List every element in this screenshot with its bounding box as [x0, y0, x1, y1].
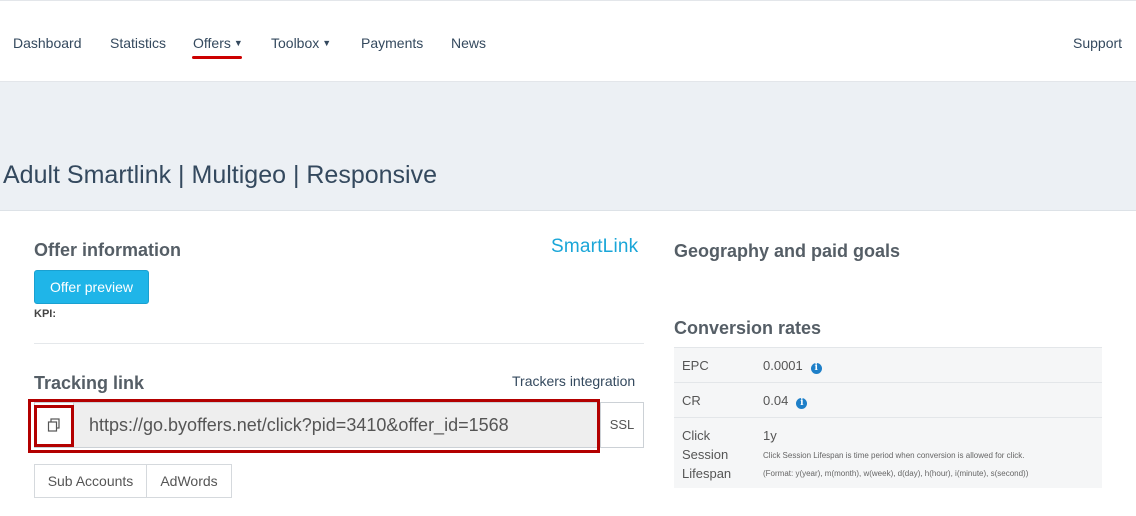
info-icon[interactable]: i	[796, 398, 808, 409]
kpi-label: KPI:	[34, 308, 56, 320]
click-session-lifespan-label: Click Session Lifespan	[682, 426, 731, 483]
active-nav-indicator	[192, 56, 242, 59]
geography-heading: Geography and paid goals	[674, 241, 901, 261]
cr-label: CR	[682, 393, 701, 408]
conversion-rates-heading: Conversion rates	[674, 318, 822, 338]
tracking-url-field[interactable]: https://go.byoffers.net/click?pid=3410&o…	[74, 402, 600, 448]
nav-offers[interactable]: Offers ▼	[193, 35, 243, 51]
lifespan-format-description: (Format: y(year), m(month), w(week), d(d…	[763, 469, 1029, 478]
copy-button[interactable]	[34, 402, 74, 448]
nav-support[interactable]: Support	[1073, 35, 1122, 51]
nav-dashboard[interactable]: Dashboard	[13, 35, 82, 51]
offer-information-heading: Offer information	[34, 240, 181, 260]
nav-payments[interactable]: Payments	[361, 35, 423, 51]
cr-value: 0.04 i	[763, 393, 808, 409]
tab-sub-accounts[interactable]: Sub Accounts	[34, 464, 147, 498]
nav-toolbox-label: Toolbox	[271, 35, 320, 51]
trackers-integration-link[interactable]: Trackers integration	[512, 373, 635, 389]
nav-toolbox[interactable]: Toolbox ▼	[271, 35, 331, 51]
nav-news[interactable]: News	[451, 35, 486, 51]
top-navigation: Dashboard Statistics Offers ▼ Toolbox ▼ Pa…	[0, 0, 1136, 82]
lifespan-description: Click Session Lifespan is time period wh…	[763, 451, 1025, 460]
epc-value-text: 0.0001	[763, 358, 803, 373]
cr-value-text: 0.04	[763, 393, 789, 408]
caret-down-icon: ▼	[233, 38, 243, 48]
tracking-link-group: https://go.byoffers.net/click?pid=3410&o…	[34, 402, 644, 448]
tracking-link-heading: Tracking link	[34, 373, 145, 393]
info-icon[interactable]: i	[810, 363, 822, 374]
ssl-button[interactable]: SSL	[600, 402, 644, 448]
table-row: Click Session Lifespan 1y Click Session …	[674, 417, 1102, 488]
smartlink-logo: SmartLink	[551, 236, 639, 257]
section-divider	[34, 343, 644, 344]
label-line: Session	[682, 447, 729, 462]
lifespan-value: 1y	[763, 428, 777, 443]
epc-label: EPC	[682, 358, 709, 373]
epc-value: 0.0001 i	[763, 358, 822, 374]
table-row: EPC 0.0001 i	[674, 347, 1102, 382]
label-line: Click	[682, 428, 711, 443]
table-row: CR 0.04 i	[674, 382, 1102, 417]
tab-adwords[interactable]: AdWords	[146, 464, 232, 498]
nav-statistics[interactable]: Statistics	[110, 35, 166, 51]
conversion-rates-table: EPC 0.0001 i CR 0.04 i Click Session Lifes…	[674, 347, 1102, 488]
page-title: Adult Smartlink | Multigeo | Responsive	[3, 161, 438, 189]
label-line: Lifespan	[682, 466, 732, 481]
caret-down-icon: ▼	[322, 38, 332, 48]
offer-preview-button[interactable]: Offer preview	[34, 270, 149, 304]
nav-offers-label: Offers	[193, 35, 231, 51]
page-header	[0, 82, 1136, 211]
copy-icon	[47, 418, 60, 432]
